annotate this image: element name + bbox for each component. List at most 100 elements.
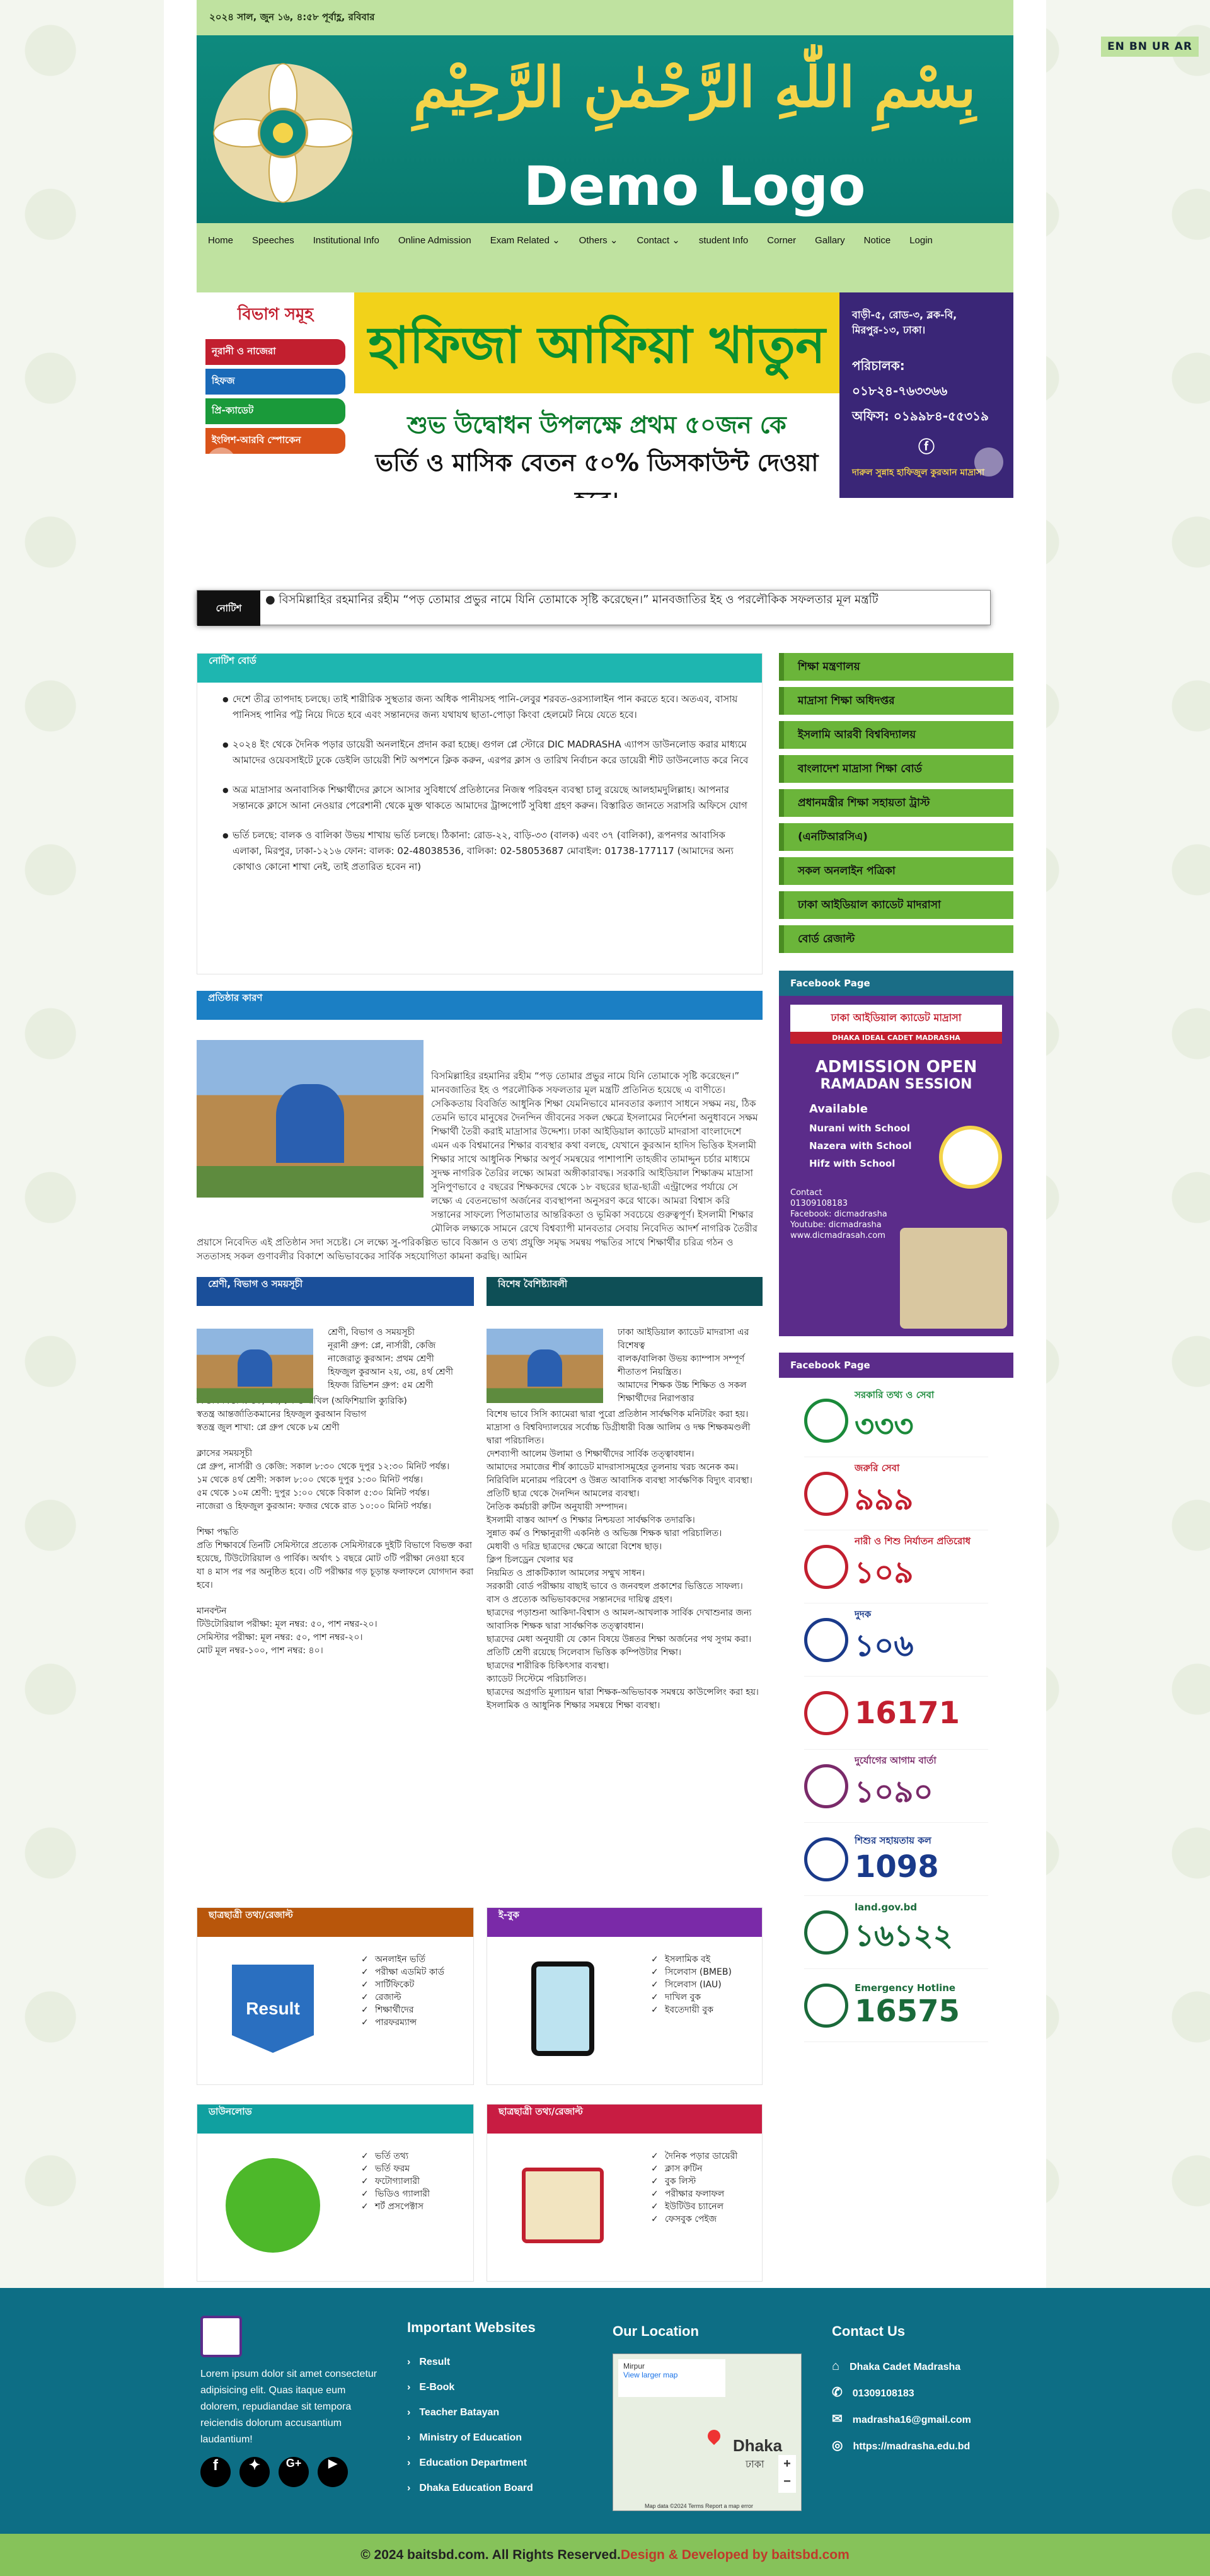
nav-item[interactable]: Others ⌄ (572, 228, 626, 252)
map-larger-link[interactable]: View larger map (623, 2371, 720, 2379)
info-card-link[interactable]: সিলেবাস (IAU) (651, 1978, 732, 1991)
map-info-card: Mirpur View larger map (618, 2359, 725, 2397)
link-menu-item[interactable]: শিক্ষা মন্ত্রণালয় (779, 653, 1013, 681)
info-card-link[interactable]: ইবতেদায়ী বুক (651, 2004, 732, 2016)
twitter-icon[interactable]: ✦ (239, 2457, 270, 2487)
chevron-right-icon: › (407, 2458, 411, 2468)
hotline-item[interactable]: জরুরি সেবা ৯৯৯ (804, 1457, 988, 1530)
list-item: নিয়মিত ও প্রাকটিক্যাল আমলের সম্মুখ সাধন… (487, 1568, 645, 1578)
info-card-link[interactable]: সিলেবাস (BMEB) (651, 1966, 732, 1978)
nav-item[interactable]: Corner (759, 229, 804, 252)
hotline-icon (804, 1910, 848, 1955)
list-item: বাস ও প্রত্যেক অভিভাবকদের সন্তানদের দায়… (487, 1595, 672, 1605)
hotline-label: Emergency Hotline (855, 1982, 956, 1994)
notice-item[interactable]: অত্র মাদ্রাসার অনাবাসিক শিক্ষার্থীদের ক্… (197, 773, 762, 819)
info-card-link[interactable]: ক্লাস রুটিন (651, 2163, 737, 2175)
slider-prev-button[interactable] (207, 448, 236, 477)
important-websites-title: Important Websites (407, 2319, 536, 2335)
info-card-link[interactable]: রেজাল্ট (361, 1991, 444, 2004)
hotline-item[interactable]: land.gov.bd ১৬১২২ (804, 1896, 988, 1969)
hotline-item[interactable]: Emergency Hotline 16575 (804, 1969, 988, 2042)
info-card-link[interactable]: শিক্ষার্থীদের (361, 2004, 444, 2016)
info-card-link[interactable]: ফটোগ্যালারী (361, 2175, 430, 2188)
nav-item[interactable]: Contact ⌄ (629, 228, 687, 252)
nav-item[interactable]: Speeches (245, 229, 302, 252)
fb-contact-facebook: Facebook: dicmadrasha (790, 1210, 887, 1219)
hotline-text: নারী ও শিশু নির্যাতন প্রতিরোধ ১০৯ (855, 1534, 971, 1600)
info-card-link[interactable]: অনলাইন ভর্তি (361, 1953, 444, 1966)
nav-item[interactable]: Exam Related ⌄ (483, 228, 568, 252)
hotline-item[interactable]: নারী ও শিশু নির্যাতন প্রতিরোধ ১০৯ (804, 1530, 988, 1603)
nav-item[interactable]: Login (902, 229, 940, 252)
nav-item[interactable]: Gallary (807, 229, 853, 252)
link-menu-item[interactable]: মাদ্রাসা শিক্ষা অধিদপ্তর (779, 687, 1013, 715)
info-card-link[interactable]: পরীক্ষার ফলাফল (651, 2188, 737, 2200)
facebook-icon[interactable]: f (200, 2457, 231, 2487)
notice-item[interactable]: ভর্তি চলছে: বালক ও বালিকা উভয় শাখায় ভর… (197, 819, 762, 880)
link-menu-item[interactable]: প্রধানমন্ত্রীর শিক্ষা সহায়তা ট্রাস্ট (779, 789, 1013, 817)
link-menu-item[interactable]: ঢাকা আইডিয়াল ক্যাডেট মাদরাসা (779, 891, 1013, 919)
info-card-link[interactable]: শর্ট প্রসপেক্টাস (361, 2200, 430, 2213)
download-icon (222, 2155, 323, 2256)
hotline-icon (804, 1983, 848, 2028)
notice-item[interactable]: দেশে তীব্র তাপদাহ চলছে। তাই শারীরিক সুস্… (197, 683, 762, 728)
link-menu-item[interactable]: ইসলামি আরবী বিশ্ববিদ্যালয় (779, 721, 1013, 749)
features-title: বিশেষ বৈশিষ্ট্যাবলী (487, 1277, 763, 1306)
info-card-link[interactable]: ইসলামিক বই (651, 1953, 732, 1966)
hero-phone2: অফিস: ০১৯৯৮৪-৫৫৩১৯ (852, 408, 989, 424)
hotline-item[interactable]: দুদক ১০৬ (804, 1603, 988, 1677)
facebook-post[interactable]: ঢাকা আইডিয়াল ক্যাডেট মাদ্রাসা DHAKA IDE… (779, 996, 1013, 1336)
youtube-icon[interactable]: ▶ (318, 2457, 348, 2487)
footer-link[interactable]: › E-Book (407, 2375, 584, 2400)
hotline-label: সরকারি তথ্য ও সেবা (855, 1389, 935, 1401)
notice-label: নোটিশ (197, 591, 260, 626)
list-item: প্রতি শিক্ষাবর্ষে তিনটি সেমিস্টারে প্রত্… (197, 1540, 474, 1590)
info-card-link[interactable]: ভিডিও গ্যালারী (361, 2188, 430, 2200)
footer-link[interactable]: › Dhaka Education Board (407, 2476, 584, 2501)
language-switcher[interactable]: EN BN UR AR (1101, 37, 1199, 57)
location-map[interactable]: Mirpur View larger map Dhaka ঢাকা + − Map… (613, 2354, 802, 2511)
footer-link[interactable]: › Education Department (407, 2451, 584, 2476)
link-menu-item[interactable]: বোর্ড রেজাল্ট (779, 925, 1013, 953)
hotline-item[interactable]: শিশুর সহায়তায় কল 1098 (804, 1823, 988, 1896)
notice-item[interactable]: ২০২৪ ইং থেকে দৈনিক পড়ার ডায়েরী অনলাইনে… (197, 728, 762, 773)
contact-item[interactable]: ◎ https://madrasha.edu.bd (832, 2433, 1034, 2459)
info-card-link[interactable]: পরীক্ষা এডমিট কার্ড (361, 1966, 444, 1978)
info-card-link[interactable]: দৈনিক পড়ার ডায়েরী (651, 2150, 737, 2163)
nav-item[interactable]: Notice (856, 229, 899, 252)
map-zoom-control[interactable]: + − (778, 2455, 796, 2493)
developer-credit[interactable]: Design & Developed by baitsbd.com (621, 2548, 850, 2562)
link-menu-item[interactable]: সকল অনলাইন পত্রিকা (779, 857, 1013, 885)
info-card-link[interactable]: ভর্তি তথ্য (361, 2150, 430, 2163)
link-menu-item[interactable]: বাংলাদেশ মাদ্রাসা শিক্ষা বোর্ড (779, 755, 1013, 783)
list-item: ছাত্রদের পড়াশুনা আকিদা-বিশ্বাস ও আমল-আখ… (487, 1608, 752, 1631)
info-card: ই-বুক ইসলামিক বইসিলেবাস (BMEB)সিলেবাস (IA… (487, 1907, 763, 2085)
info-card-link[interactable]: বুক লিস্ট (651, 2175, 737, 2188)
notice-text[interactable]: ● বিসমিল্লাহির রহমানির রহীম “পড় তোমার প… (265, 591, 984, 626)
info-card-link[interactable]: ইউটিউব চ্যানেল (651, 2200, 737, 2213)
hotline-item[interactable]: সরকারি তথ্য ও সেবা ৩৩৩ (804, 1384, 988, 1457)
nav-item[interactable]: Institutional Info (306, 229, 387, 252)
list-item: দেশব্যাপী আলেম উলামা ও শিক্ষার্থীদের সার… (487, 1449, 694, 1459)
contact-item[interactable]: ✆ 01309108183 (832, 2380, 1034, 2406)
link-menu-item[interactable]: (এনটিআরসিএ) (779, 823, 1013, 851)
slider-next-button[interactable] (974, 448, 1003, 477)
social-links: f ✦ G+ ▶ (200, 2457, 348, 2487)
hotline-item[interactable]: দুর্যোগের আগাম বার্তা ১০৯০ (804, 1750, 988, 1823)
info-card-link[interactable]: পারফরম্যান্স (361, 2016, 444, 2029)
links-menu: শিক্ষা মন্ত্রণালয় মাদ্রাসা শিক্ষা অধিদপ্… (779, 653, 1013, 959)
fb-post-photo (900, 1228, 1007, 1329)
hotline-item[interactable]: 16171 (804, 1677, 988, 1750)
google-plus-icon[interactable]: G+ (279, 2457, 309, 2487)
info-card-link[interactable]: সার্টিফিকেট (361, 1978, 444, 1991)
contact-item[interactable]: ✉ madrasha16@gmail.com (832, 2406, 1034, 2433)
footer-link[interactable]: › Ministry of Education (407, 2425, 584, 2451)
footer-link[interactable]: › Result (407, 2350, 584, 2375)
footer-link[interactable]: › Teacher Batayan (407, 2400, 584, 2425)
info-card-link[interactable]: দাখিল বুক (651, 1991, 732, 2004)
info-card-link[interactable]: ফেসবুক পেইজ (651, 2213, 737, 2226)
nav-item[interactable]: Online Admission (391, 229, 479, 252)
nav-item[interactable]: student Info (691, 229, 756, 252)
nav-item[interactable]: Home (200, 229, 241, 252)
info-card-link[interactable]: ভর্তি ফরম (361, 2163, 430, 2175)
